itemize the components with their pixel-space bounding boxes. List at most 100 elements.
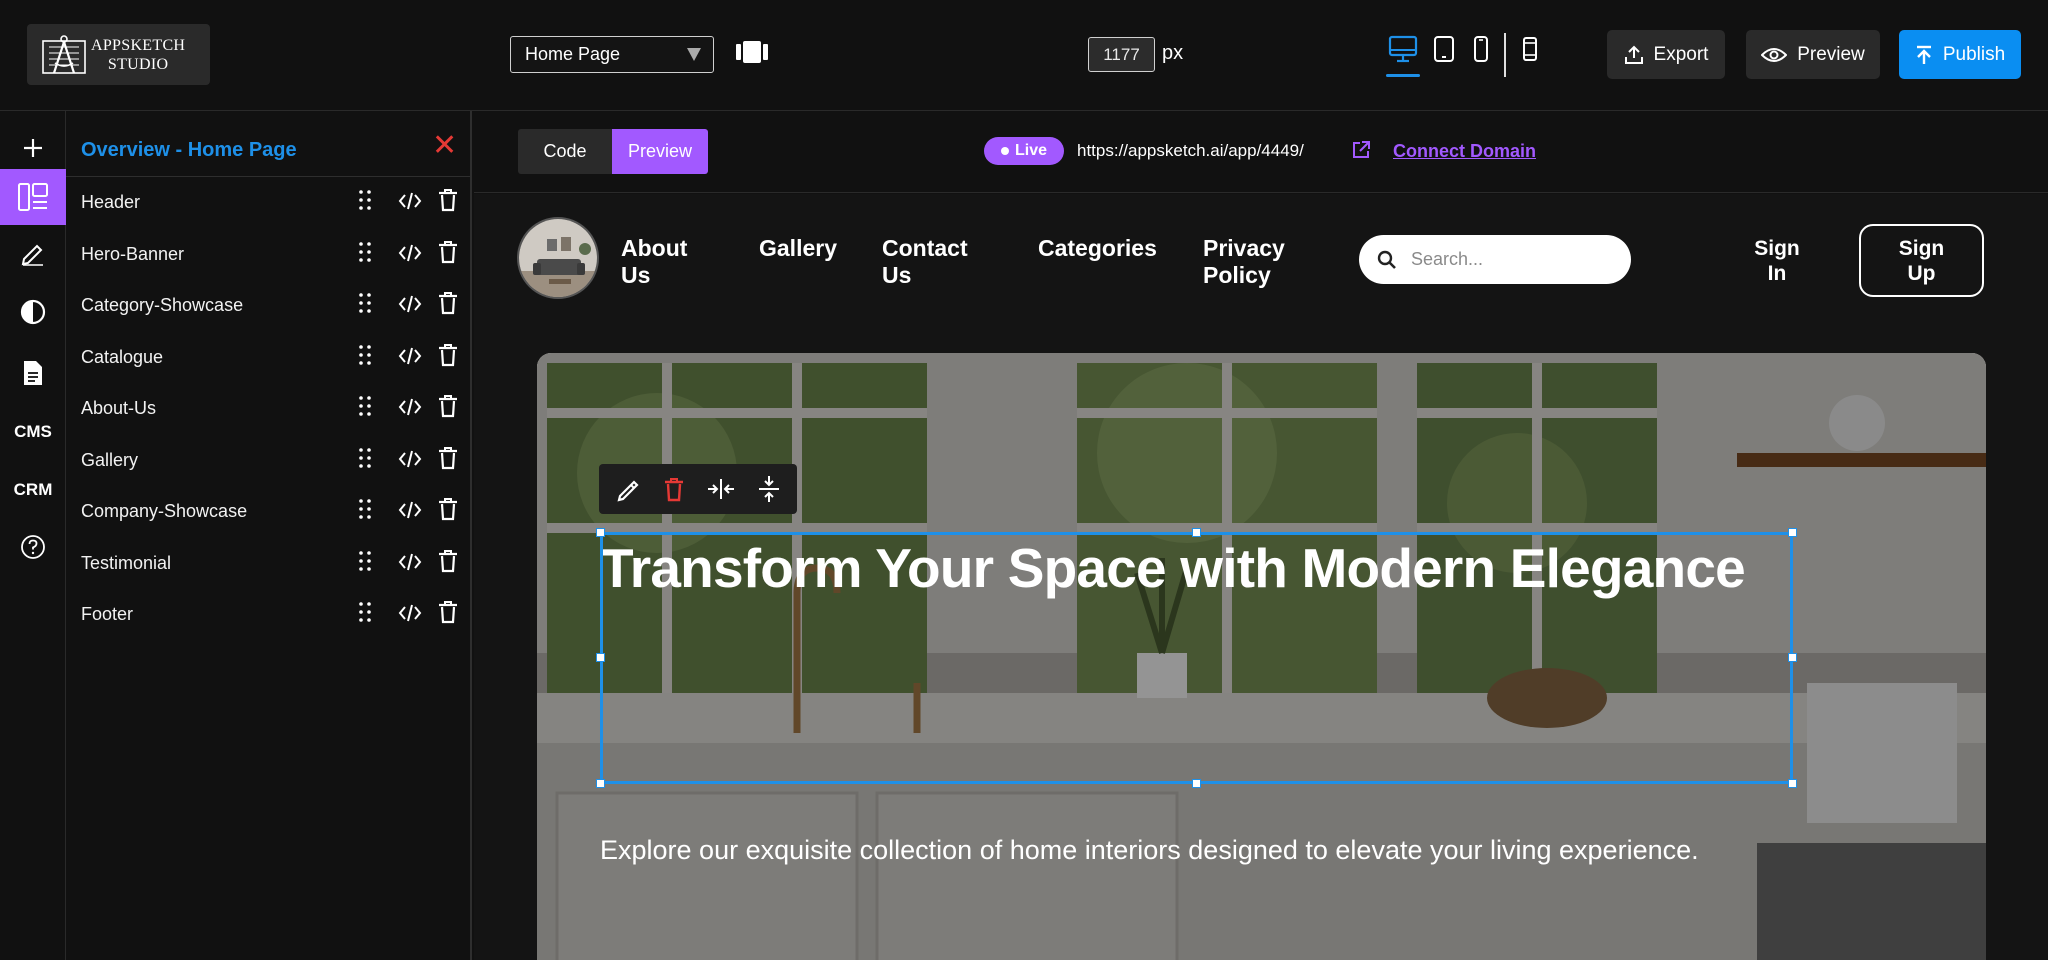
nav-categories[interactable]: Categories [1038,235,1157,262]
drag-handle-icon[interactable] [358,292,372,319]
resize-handle-right[interactable] [1788,653,1797,662]
canvas-width-input[interactable]: 1177 [1088,37,1155,72]
left-icon-rail: CMS CRM [0,111,66,960]
theme-button[interactable] [0,284,66,340]
code-icon[interactable] [398,449,422,474]
site-url-link[interactable]: https://appsketch.ai/app/4449/ [1077,141,1304,161]
code-icon[interactable] [398,500,422,525]
layer-row[interactable]: Header [66,177,470,228]
crm-button[interactable]: CRM [0,462,66,518]
code-icon[interactable] [398,243,422,268]
resize-handle-left[interactable] [596,653,605,662]
layer-row[interactable]: Testimonial [66,538,470,589]
code-icon[interactable] [398,191,422,216]
resize-handle-top-right[interactable] [1788,528,1797,537]
mobile-view-button[interactable] [1472,32,1490,66]
layer-row[interactable]: Category-Showcase [66,280,470,331]
preview-mode-tab[interactable]: Preview [612,129,708,174]
resize-handle-top-left[interactable] [596,528,605,537]
nav-gallery[interactable]: Gallery [759,235,837,262]
active-device-indicator [1386,74,1420,77]
pencil-icon[interactable] [616,476,642,502]
resize-handle-top[interactable] [1192,528,1201,537]
desktop-view-button[interactable] [1386,32,1420,66]
drag-handle-icon[interactable] [358,344,372,371]
delete-icon[interactable] [438,600,458,629]
layer-row[interactable]: Hero-Banner [66,229,470,280]
living-room-thumbnail-icon [519,219,597,297]
site-logo-avatar[interactable] [517,217,599,299]
layer-label: Testimonial [81,552,172,573]
layer-row[interactable]: Gallery [66,435,470,486]
nav-about-us[interactable]: About Us [621,235,701,289]
pages-carousel-icon[interactable] [735,38,769,66]
layer-label: Company-Showcase [81,501,248,521]
code-icon[interactable] [398,294,422,319]
drag-handle-icon[interactable] [358,395,372,422]
layers-button[interactable] [0,169,66,225]
delete-icon[interactable] [438,188,458,217]
export-button[interactable]: Export [1607,30,1725,79]
code-mode-tab[interactable]: Code [518,129,612,174]
tablet-view-button[interactable] [1432,32,1456,66]
layers-panel-title: Overview - Home Page [81,139,297,161]
drag-handle-icon[interactable] [358,601,372,628]
delete-icon[interactable] [438,394,458,423]
delete-icon[interactable] [438,549,458,578]
trash-icon[interactable] [663,476,685,502]
code-icon[interactable] [398,603,422,628]
external-link-icon[interactable] [1350,139,1372,161]
collapse-horizontal-icon[interactable] [706,477,736,501]
resize-handle-bottom-left[interactable] [596,779,605,788]
code-icon[interactable] [398,552,422,577]
publish-label: Publish [1942,43,2006,65]
layer-row[interactable]: Footer [66,589,470,640]
sign-up-button[interactable]: Sign Up [1859,224,1984,297]
layer-label: Hero-Banner [81,243,185,264]
delete-icon[interactable] [438,240,458,269]
delete-icon[interactable] [438,343,458,372]
mobile-icon [1474,36,1488,62]
app-logo[interactable]: APPSKETCH STUDIO [27,24,210,85]
nav-privacy-policy[interactable]: Privacy Policy [1203,235,1293,289]
drag-handle-icon[interactable] [358,447,372,474]
close-icon[interactable]: ✕ [432,131,457,161]
hero-banner[interactable]: Transform Your Space with Modern Eleganc… [537,353,1986,960]
preview-button[interactable]: Preview [1746,30,1880,79]
tablet-icon [1434,36,1454,62]
edit-icon [21,244,43,266]
hero-subtitle[interactable]: Explore our exquisite collection of home… [600,835,1699,866]
code-icon[interactable] [398,397,422,422]
help-button[interactable] [0,519,66,575]
add-element-button[interactable] [0,120,66,176]
search-input[interactable] [1411,249,1611,270]
code-icon[interactable] [398,346,422,371]
layer-row[interactable]: Catalogue [66,332,470,383]
connect-domain-link[interactable]: Connect Domain [1393,141,1536,162]
drag-handle-icon[interactable] [358,189,372,216]
layer-label: About-Us [81,398,157,418]
drag-handle-icon[interactable] [358,550,372,577]
logo-line-2: STUDIO [107,55,169,73]
layer-row[interactable]: Company-Showcase [66,486,470,537]
cms-button[interactable]: CMS [0,404,66,460]
publish-button[interactable]: Publish [1899,30,2021,79]
eye-icon [1761,47,1788,62]
delete-icon[interactable] [438,446,458,475]
page-select-dropdown[interactable]: Home Page [510,36,714,73]
resize-handle-bottom[interactable] [1192,779,1201,788]
drag-handle-icon[interactable] [358,241,372,268]
pages-button[interactable] [0,345,66,401]
edit-button[interactable] [0,225,66,281]
resize-handle-bottom-right[interactable] [1788,779,1797,788]
delete-icon[interactable] [438,497,458,526]
delete-icon[interactable] [438,291,458,320]
sign-in-link[interactable]: Sign In [1747,236,1807,286]
site-search-bar[interactable] [1359,235,1631,284]
mobile-small-view-button[interactable] [1520,32,1540,66]
nav-contact-us[interactable]: Contact Us [882,235,982,289]
drag-handle-icon[interactable] [358,498,372,525]
collapse-vertical-icon[interactable] [757,474,781,504]
layer-row[interactable]: About-Us [66,383,470,434]
selection-box[interactable] [600,532,1793,784]
